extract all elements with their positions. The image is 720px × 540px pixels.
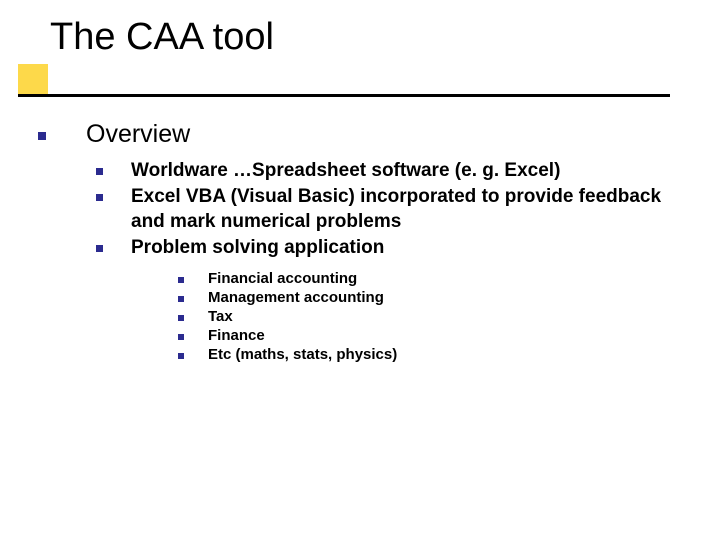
list-item: Excel VBA (Visual Basic) incorporated to… xyxy=(96,185,720,234)
square-bullet-icon xyxy=(178,315,184,321)
level3-text: Management accounting xyxy=(208,289,384,306)
list-item: Finance xyxy=(178,327,720,344)
slide-body: Overview Worldware …Spreadsheet software… xyxy=(0,120,720,365)
level2-text: Excel VBA (Visual Basic) incorporated to… xyxy=(131,185,671,234)
square-bullet-icon xyxy=(178,353,184,359)
level1-text: Overview xyxy=(86,120,190,149)
square-bullet-icon xyxy=(178,277,184,283)
title-accent-box xyxy=(18,64,48,94)
level3-text: Etc (maths, stats, physics) xyxy=(208,346,397,363)
square-bullet-icon xyxy=(96,168,103,175)
list-item: Worldware …Spreadsheet software (e. g. E… xyxy=(96,159,720,183)
level3-text: Tax xyxy=(208,308,233,325)
list-item: Tax xyxy=(178,308,720,325)
list-item: Management accounting xyxy=(178,289,720,306)
square-bullet-icon xyxy=(96,245,103,252)
square-bullet-icon xyxy=(178,296,184,302)
level2-text: Problem solving application xyxy=(131,236,384,260)
square-bullet-icon xyxy=(38,132,46,140)
list-item: Problem solving application xyxy=(96,236,720,260)
square-bullet-icon xyxy=(178,334,184,340)
level2-text: Worldware …Spreadsheet software (e. g. E… xyxy=(131,159,560,183)
title-underline xyxy=(18,94,670,97)
list-item: Overview xyxy=(38,120,720,149)
list-item: Financial accounting xyxy=(178,270,720,287)
square-bullet-icon xyxy=(96,194,103,201)
level3-text: Finance xyxy=(208,327,265,344)
slide-title: The CAA tool xyxy=(50,16,274,59)
level3-text: Financial accounting xyxy=(208,270,357,287)
list-item: Etc (maths, stats, physics) xyxy=(178,346,720,363)
